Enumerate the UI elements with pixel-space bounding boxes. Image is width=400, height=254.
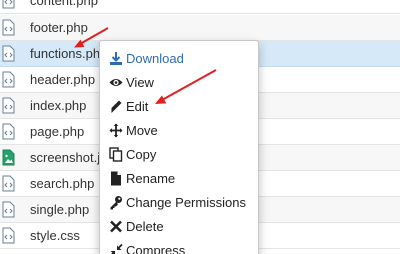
pencil-icon (111, 100, 122, 113)
code-file-icon (2, 45, 15, 62)
menu-item-edit[interactable]: Edit (100, 95, 258, 119)
file-name[interactable]: footer.php (30, 19, 88, 36)
file-name[interactable]: index.php (30, 97, 86, 114)
menu-item-view[interactable]: View (100, 71, 258, 95)
code-file-icon (2, 227, 15, 244)
image-file-icon (2, 149, 15, 166)
menu-item-download[interactable]: Download (100, 47, 258, 71)
code-file-icon (2, 201, 15, 218)
code-file-icon (2, 97, 15, 114)
file-name[interactable]: screenshot.jp (30, 149, 107, 166)
menu-label: Copy (126, 147, 157, 162)
key-icon (110, 196, 122, 210)
menu-label: Move (126, 123, 158, 138)
file-row[interactable]: content.php (0, 0, 400, 14)
compress-icon (110, 243, 123, 254)
file-name[interactable]: page.php (30, 123, 84, 140)
menu-item-move[interactable]: Move (100, 119, 258, 143)
menu-label: Edit (126, 99, 149, 114)
file-name[interactable]: header.php (30, 71, 95, 88)
menu-label: View (126, 75, 154, 90)
code-file-icon (2, 123, 15, 140)
menu-label: Delete (126, 219, 164, 234)
file-icon (111, 171, 121, 186)
file-row[interactable]: footer.php (0, 15, 400, 41)
menu-label: Download (126, 51, 184, 66)
menu-item-copy[interactable]: Copy (100, 143, 258, 167)
menu-label: Rename (126, 171, 176, 186)
file-name[interactable]: style.css (30, 227, 80, 244)
menu-label: Compress (126, 243, 186, 254)
file-name[interactable]: single.php (30, 201, 89, 218)
code-file-icon (2, 19, 15, 36)
menu-item-compress[interactable]: Compress (100, 239, 258, 254)
menu-item-delete[interactable]: Delete (100, 215, 258, 239)
file-name[interactable]: content.php (30, 0, 98, 9)
file-name[interactable]: search.php (30, 175, 94, 192)
file-context-menu: Download View Edit Move Copy Rename Chan… (99, 40, 259, 254)
code-file-icon (2, 0, 15, 9)
x-icon (110, 220, 122, 233)
move-icon (109, 123, 123, 138)
eye-icon (109, 79, 123, 86)
code-file-icon (2, 175, 15, 192)
copy-icon (109, 147, 123, 162)
file-name[interactable]: functions.php (30, 45, 107, 62)
menu-item-change-permissions[interactable]: Change Permissions (100, 191, 258, 215)
download-icon (110, 52, 122, 65)
menu-label: Change Permissions (126, 195, 246, 210)
code-file-icon (2, 71, 15, 88)
menu-item-rename[interactable]: Rename (100, 167, 258, 191)
